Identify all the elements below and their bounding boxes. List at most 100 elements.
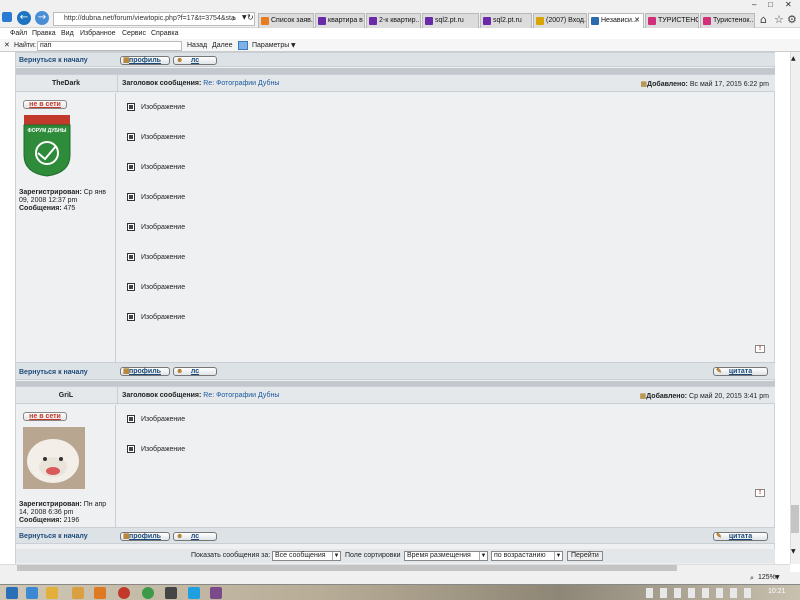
chevron-down-icon[interactable]: ▼ [291,39,296,52]
clock[interactable]: 10:21 [768,588,786,595]
back-arrow-icon[interactable]: ← [17,11,31,25]
report-post-icon[interactable]: ! [755,345,765,353]
start-icon[interactable] [6,587,18,599]
menu-file[interactable]: Файл [10,28,27,39]
go-button[interactable]: Перейти [567,551,603,561]
post-subject-link[interactable]: Re: Фотографии Дубны [203,392,279,399]
avatar[interactable]: ФОРУМ ДУБНЫ [23,115,71,177]
browser-tab[interactable]: ТУРИСТЕНО... [645,13,699,28]
back-to-top-link[interactable]: Вернуться к началу [19,57,88,64]
sort-order-select[interactable]: по возрастанию ▼ [491,551,563,561]
close-find-icon[interactable]: ✕ [4,39,10,52]
quote-button[interactable]: ✎ цитата [713,532,768,541]
back-to-top-link[interactable]: Вернуться к началу [19,369,88,376]
image-placeholder[interactable]: Изображение [127,103,185,111]
browser-tab[interactable]: Независи... ✕ [588,13,644,28]
offline-status-button[interactable]: не в сети [23,412,67,421]
favorites-star-icon[interactable]: ☆ [774,13,784,26]
menu-edit[interactable]: Правка [32,28,56,39]
skype-taskbar-icon[interactable] [188,587,200,599]
show-posts-select[interactable]: Все сообщения ▼ [272,551,341,561]
horizontal-scroll-thumb[interactable] [17,565,677,571]
ie-taskbar-icon[interactable] [26,587,38,599]
browser-tab[interactable]: квартира в ... [315,13,365,28]
browser-tab[interactable]: sql2.pt.ru [422,13,479,28]
scroll-down-icon[interactable]: ▼ [791,548,796,555]
chevron-down-icon[interactable]: ▼ [775,572,780,584]
settings-gear-icon[interactable]: ⚙ [787,13,797,26]
find-back-button[interactable]: Назад [187,39,207,52]
profile-button[interactable]: ▦ профиль [120,532,170,541]
image-label: Изображение [141,445,186,453]
image-placeholder[interactable]: Изображение [127,445,185,453]
app-taskbar-icon[interactable] [210,587,222,599]
zoom-level[interactable]: 125% [758,572,776,584]
window-maximize-icon[interactable]: □ [768,0,773,9]
image-placeholder[interactable]: Изображение [127,193,185,201]
menu-tools[interactable]: Сервис [122,28,146,39]
refresh-icon[interactable]: ↻ [247,13,254,22]
menu-help[interactable]: Справка [151,28,178,39]
address-bar[interactable]: http://dubna.net/forum/viewtopic.php?f=1… [53,12,255,26]
sort-field-select[interactable]: Время размещения ▼ [404,551,488,561]
image-placeholder[interactable]: Изображение [127,163,185,171]
forward-arrow-icon[interactable]: → [35,11,49,25]
profile-button[interactable]: ▦ профиль [120,367,170,376]
image-placeholder[interactable]: Изображение [127,313,185,321]
quote-button[interactable]: ✎ цитата [713,367,768,376]
image-placeholder[interactable]: Изображение [127,415,185,423]
browser-logo-icon [2,12,12,22]
offline-status-button[interactable]: не в сети [23,100,67,109]
profile-button-label: профиль [129,368,161,375]
dropdown-icon[interactable]: ▼ [242,14,247,21]
app-taskbar-icon[interactable] [72,587,84,599]
menu-favorites[interactable]: Избранное [80,28,115,39]
avatar[interactable] [23,427,85,489]
scroll-up-icon[interactable]: ▲ [791,55,796,62]
registered-label: Зарегистрирован: [19,501,82,508]
pm-button[interactable]: ☻ лс [173,532,217,541]
window-close-icon[interactable]: ✕ [785,0,792,9]
back-to-top-link[interactable]: Вернуться к началу [19,533,88,540]
broken-image-icon [127,193,135,201]
image-label: Изображение [141,415,186,423]
show-posts-value: Все сообщения [275,552,326,559]
post-subject-link[interactable]: Re: Фотографии Дубны [203,80,279,87]
opera-taskbar-icon[interactable] [118,587,130,599]
chrome-taskbar-icon[interactable] [142,587,154,599]
image-label: Изображение [141,283,186,291]
find-input[interactable]: пап [37,41,182,51]
folder-taskbar-icon[interactable] [46,587,58,599]
pm-button-label: лс [190,57,200,64]
find-params-button[interactable]: Параметры [252,39,289,52]
vertical-scroll-thumb[interactable] [791,505,799,533]
image-placeholder[interactable]: Изображение [127,223,185,231]
image-placeholder[interactable]: Изображение [127,133,185,141]
browser-tab[interactable]: Туристенок... [700,13,755,28]
forum-container: Вернуться к началу ▦ профиль ☻ лс TheDark … [15,52,775,564]
tab-close-icon[interactable]: ✕ [634,14,640,27]
image-placeholder[interactable]: Изображение [127,283,185,291]
menu-view[interactable]: Вид [61,28,74,39]
pm-button[interactable]: ☻ лс [173,367,217,376]
pm-icon: ☻ [176,57,184,64]
post-author[interactable]: GriL [16,392,116,399]
image-placeholder[interactable]: Изображение [127,253,185,261]
search-icon[interactable]: ⌕ [232,14,236,24]
vertical-scrollbar[interactable] [790,52,800,564]
report-post-icon[interactable]: ! [755,489,765,497]
profile-button[interactable]: ▦ профиль [120,56,170,65]
browser-tab[interactable]: sql2.pt.ru [480,13,532,28]
pm-button[interactable]: ☻ лс [173,56,217,65]
browser-tab[interactable]: (2007) Вход... [533,13,587,28]
browser-tab[interactable]: 2-к квартир... [366,13,421,28]
find-next-button[interactable]: Далее [212,39,233,52]
app-taskbar-icon[interactable] [165,587,177,599]
tab-favicon-icon [483,17,491,25]
window-minimize-icon[interactable]: – [752,0,756,9]
app-taskbar-icon[interactable] [94,587,106,599]
browser-tab[interactable]: Список заяв... [258,13,314,28]
tray-icons[interactable] [646,588,756,598]
home-icon[interactable]: ⌂ [760,13,767,26]
post-author[interactable]: TheDark [16,80,116,87]
